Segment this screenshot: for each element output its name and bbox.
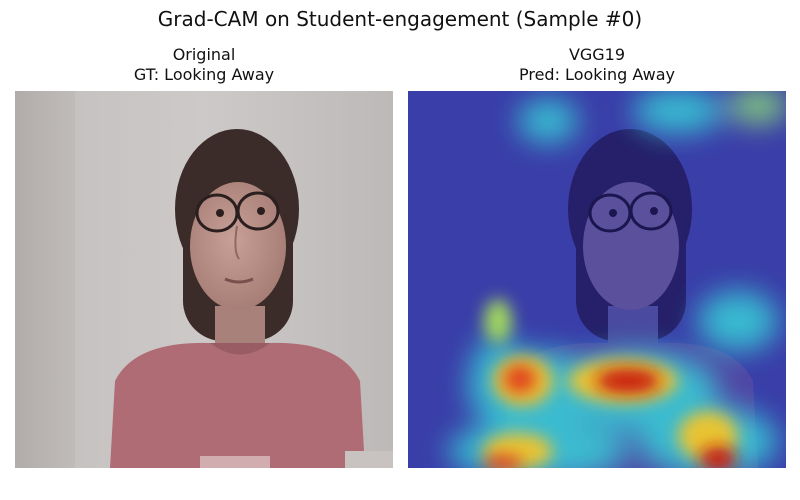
original-panel: Original GT: Looking Away	[15, 45, 393, 468]
gradcam-image	[408, 91, 786, 468]
original-image	[15, 91, 393, 468]
original-title-line1: Original	[172, 45, 236, 64]
ground-truth-label: GT: Looking Away	[133, 65, 275, 84]
figure-title: Grad-CAM on Student-engagement (Sample #…	[157, 7, 643, 31]
prediction-label: Pred: Looking Away	[518, 65, 676, 84]
gradcam-panel-title: VGG19 Pred: Looking Away	[408, 45, 786, 89]
gradcam-panel: VGG19 Pred: Looking Away	[408, 45, 786, 468]
model-name-label: VGG19	[568, 45, 626, 64]
original-panel-title: Original GT: Looking Away	[15, 45, 393, 89]
